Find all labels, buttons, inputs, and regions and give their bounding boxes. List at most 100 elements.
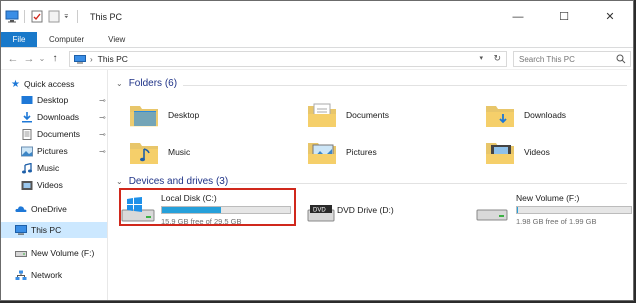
group-divider bbox=[183, 85, 627, 86]
pictures-icon bbox=[21, 146, 33, 156]
sidebar-item-label: Desktop bbox=[37, 95, 69, 105]
search-input[interactable] bbox=[519, 54, 615, 64]
minimize-button[interactable]: — bbox=[495, 1, 541, 32]
sidebar-item-documents[interactable]: Documents ⊸ bbox=[21, 126, 107, 142]
sidebar-item-new-volume[interactable]: New Volume (F:) bbox=[15, 245, 94, 261]
ribbon-tabs: File Computer View bbox=[1, 32, 633, 48]
sidebar-item-label: Documents bbox=[37, 129, 80, 139]
maximize-button[interactable]: ☐ bbox=[541, 1, 587, 32]
videos-folder-icon bbox=[486, 143, 514, 164]
drive-usage-fill bbox=[517, 207, 519, 213]
folder-pictures[interactable]: Pictures bbox=[306, 135, 377, 169]
sidebar-item-label: Music bbox=[37, 163, 60, 173]
drive-dvd-d[interactable]: DVD DVD Drive (D:) bbox=[307, 191, 477, 231]
group-divider bbox=[230, 183, 627, 184]
music-folder-icon bbox=[130, 143, 158, 164]
folder-label: Music bbox=[168, 147, 191, 157]
sidebar-item-label: Network bbox=[31, 270, 63, 280]
sidebar-item-onedrive[interactable]: OneDrive bbox=[15, 201, 67, 217]
breadcrumb-separator: › bbox=[90, 54, 93, 64]
drives-group-header[interactable]: ⌄ Devices and drives (3) bbox=[116, 176, 228, 187]
folders-group-header[interactable]: ⌄ Folders (6) bbox=[116, 78, 177, 89]
recent-locations-button[interactable]: ⌄ bbox=[37, 54, 47, 63]
videos-icon bbox=[21, 180, 33, 190]
folder-label: Desktop bbox=[168, 110, 200, 120]
chevron-down-icon[interactable]: ⌄ bbox=[116, 79, 123, 88]
folder-downloads[interactable]: Downloads bbox=[484, 98, 566, 132]
quick-access-toolbar bbox=[5, 9, 80, 25]
address-dropdown-icon[interactable]: ▾ bbox=[479, 54, 483, 62]
toolbar-separator bbox=[24, 10, 25, 23]
folder-label: Documents bbox=[346, 110, 389, 120]
pictures-folder-icon bbox=[308, 143, 336, 164]
sidebar-item-label: OneDrive bbox=[31, 204, 67, 214]
highlight-box bbox=[119, 188, 296, 226]
address-bar[interactable]: › This PC ▾ ↻ bbox=[69, 51, 507, 67]
drive-usage-bar bbox=[516, 206, 632, 214]
forward-button[interactable]: → bbox=[21, 53, 37, 65]
tab-file[interactable]: File bbox=[1, 32, 37, 47]
computer-icon bbox=[15, 224, 27, 235]
tab-view[interactable]: View bbox=[96, 32, 137, 47]
documents-folder-icon bbox=[308, 103, 336, 127]
search-box[interactable] bbox=[513, 51, 631, 67]
title-bar: This PC — ☐ ✕ bbox=[1, 1, 633, 32]
drive-label: New Volume (F:) bbox=[516, 193, 580, 203]
window-title: This PC bbox=[90, 11, 123, 22]
sidebar-item-videos[interactable]: Videos bbox=[21, 177, 63, 193]
navigation-bar: ← → ⌄ ↑ › This PC ▾ ↻ bbox=[1, 48, 633, 70]
tab-computer[interactable]: Computer bbox=[37, 32, 96, 47]
downloads-folder-icon bbox=[486, 106, 514, 127]
sidebar-item-music[interactable]: Music bbox=[21, 160, 59, 176]
sidebar-item-this-pc[interactable]: This PC bbox=[1, 222, 107, 238]
folder-label: Downloads bbox=[524, 110, 567, 120]
folder-videos[interactable]: Videos bbox=[484, 135, 550, 169]
close-button[interactable]: ✕ bbox=[587, 1, 633, 32]
explorer-window: This PC — ☐ ✕ File Computer View ← → ⌄ ↑… bbox=[0, 0, 634, 301]
chevron-down-icon[interactable]: ⌄ bbox=[116, 177, 123, 186]
back-button[interactable]: ← bbox=[5, 53, 21, 65]
svg-text:DVD: DVD bbox=[313, 208, 326, 214]
navigation-pane: ★ Quick access Desktop ⊸ Downloads ⊸ Doc… bbox=[1, 76, 107, 300]
folder-music[interactable]: Music bbox=[128, 135, 190, 169]
sidebar-item-label: New Volume (F:) bbox=[31, 248, 95, 258]
group-title: Devices and drives (3) bbox=[128, 176, 229, 187]
drive-free-space: 1.98 GB free of 1.99 GB bbox=[516, 217, 597, 226]
sidebar-item-label: Downloads bbox=[37, 112, 80, 122]
sidebar-item-downloads[interactable]: Downloads ⊸ bbox=[21, 109, 107, 125]
folder-label: Pictures bbox=[346, 147, 377, 157]
computer-icon[interactable] bbox=[5, 10, 19, 23]
drive-label: DVD Drive (D:) bbox=[337, 205, 394, 215]
toolbar-separator bbox=[77, 10, 78, 23]
drive-new-volume-f[interactable]: New Volume (F:) 1.98 GB free of 1.99 GB bbox=[476, 191, 633, 231]
pin-icon[interactable]: ⊸ bbox=[99, 130, 106, 139]
refresh-icon[interactable]: ↻ bbox=[493, 53, 501, 64]
customize-dropdown-icon[interactable] bbox=[64, 10, 72, 23]
properties-check-icon[interactable] bbox=[30, 10, 44, 23]
pin-icon[interactable]: ⊸ bbox=[99, 96, 106, 105]
sidebar-item-desktop[interactable]: Desktop ⊸ bbox=[21, 92, 107, 108]
sidebar-item-network[interactable]: Network bbox=[15, 267, 62, 283]
music-icon bbox=[22, 162, 32, 173]
star-icon: ★ bbox=[11, 78, 20, 90]
network-icon bbox=[15, 270, 27, 280]
documents-icon bbox=[22, 128, 32, 140]
up-button[interactable]: ↑ bbox=[47, 53, 63, 64]
pin-icon[interactable]: ⊸ bbox=[99, 147, 106, 156]
sidebar-item-pictures[interactable]: Pictures ⊸ bbox=[21, 143, 107, 159]
folder-documents[interactable]: Documents bbox=[306, 98, 389, 132]
computer-icon bbox=[74, 54, 86, 63]
folder-desktop[interactable]: Desktop bbox=[128, 98, 199, 132]
sidebar-item-label: Videos bbox=[37, 180, 63, 190]
downloads-icon bbox=[22, 111, 32, 122]
search-icon[interactable] bbox=[616, 54, 626, 64]
pin-icon[interactable]: ⊸ bbox=[99, 113, 106, 122]
sidebar-item-label: Pictures bbox=[37, 146, 68, 156]
sidebar-item-quick-access[interactable]: ★ Quick access bbox=[11, 76, 75, 92]
content-pane: ⌄ Folders (6) Desktop Documents Download… bbox=[108, 70, 633, 300]
sidebar-item-label: This PC bbox=[31, 225, 62, 235]
dvd-drive-icon: DVD bbox=[307, 205, 335, 222]
breadcrumb-this-pc[interactable]: This PC bbox=[98, 54, 128, 64]
desktop-folder-icon bbox=[21, 95, 33, 104]
new-folder-icon[interactable] bbox=[47, 10, 61, 23]
